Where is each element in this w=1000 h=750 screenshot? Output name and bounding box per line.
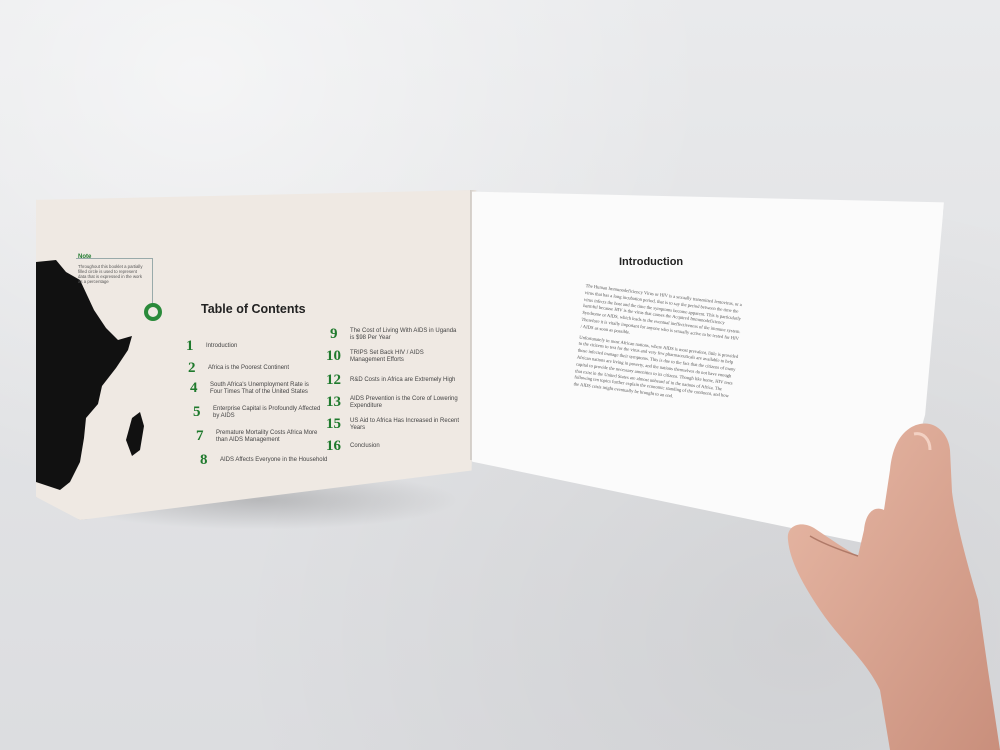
hand-icon: [787, 423, 1000, 750]
toc-number: 9: [330, 326, 338, 342]
toc-label: Conclusion: [350, 443, 380, 449]
toc-label: AIDS Affects Everyone in the Household: [220, 457, 328, 463]
toc-number: 1: [186, 338, 194, 354]
toc-item: 15 US Aid to Africa Has Increased in Rec…: [326, 416, 460, 433]
toc-item: 5 Enterprise Capital is Profoundly Affec…: [193, 404, 323, 421]
toc-number: 2: [188, 360, 196, 376]
toc-number: 15: [326, 416, 341, 432]
toc-item: 7 Premature Mortality Costs Africa More …: [196, 428, 326, 445]
toc-number: 7: [196, 428, 204, 444]
toc-number: 16: [326, 438, 341, 454]
left-page: Note Throughout this booklet a partially…: [36, 190, 476, 520]
toc-label: AIDS Prevention is the Core of Lowering …: [350, 395, 458, 409]
toc-label: Africa is the Poorest Continent: [208, 365, 290, 371]
toc-item: 9 The Cost of Living With AIDS in Uganda…: [330, 326, 460, 343]
note-title: Note: [78, 254, 92, 260]
toc-item: 2 Africa is the Poorest Continent: [188, 360, 318, 377]
toc-number: 8: [200, 452, 208, 468]
toc-number: 5: [193, 404, 201, 420]
intro-title: Introduction: [619, 256, 684, 268]
intro-body: The Human Immunodeficiency Virus or HIV …: [573, 283, 745, 412]
toc-label: US Aid to Africa Has Increased in Recent…: [350, 417, 460, 431]
toc-number: 10: [326, 348, 341, 364]
toc-item: 1 Introduction: [186, 338, 316, 355]
toc-label: South Africa's Unemployment Rate is Four…: [210, 381, 309, 395]
toc-label: Enterprise Capital is Profoundly Affecte…: [213, 405, 321, 419]
toc-item: 12 R&D Costs in Africa are Extremely Hig…: [326, 372, 460, 389]
toc-label: R&D Costs in Africa are Extremely High: [350, 377, 456, 383]
toc-item: 13 AIDS Prevention is the Core of Loweri…: [326, 394, 460, 411]
toc-item: 16 Conclusion: [326, 438, 460, 455]
percentage-circle-icon: [144, 303, 162, 321]
toc-title: Table of Contents: [201, 302, 306, 316]
toc-label: Introduction: [206, 343, 238, 349]
toc-number: 12: [326, 372, 341, 388]
toc-number: 13: [326, 394, 341, 410]
toc-item: 4 South Africa's Unemployment Rate is Fo…: [190, 380, 320, 397]
toc-number: 4: [190, 380, 198, 396]
toc-label: TRIPS Set Back HIV / AIDS Management Eff…: [350, 349, 424, 363]
note-text: Throughout this booklet a partially fill…: [78, 264, 143, 284]
toc-item: 10 TRIPS Set Back HIV / AIDS Management …: [326, 348, 460, 365]
toc-label: The Cost of Living With AIDS in Uganda i…: [350, 327, 457, 341]
toc-label: Premature Mortality Costs Africa More th…: [216, 429, 318, 443]
